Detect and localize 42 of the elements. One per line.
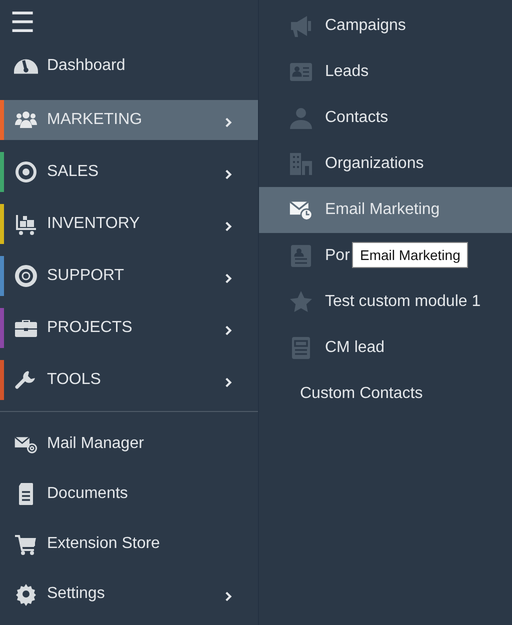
wrench-icon — [14, 368, 38, 392]
id-card-icon — [289, 60, 313, 84]
form-icon — [289, 336, 313, 360]
submenu-item[interactable]: Test custom module 1 — [259, 279, 483, 325]
dashboard-gauge-icon — [14, 58, 38, 74]
menu-item[interactable]: Dashboard — [0, 46, 258, 86]
submenu-item[interactable]: Organizations — [259, 141, 426, 187]
chevron-icon — [225, 324, 232, 336]
submenu-item[interactable]: Custom Contacts — [259, 371, 425, 417]
settings-icon — [14, 582, 38, 606]
chevron-icon — [225, 272, 232, 284]
chevron-icon — [225, 220, 232, 232]
star-icon — [289, 290, 313, 314]
tooltip: Email Marketing — [352, 242, 468, 268]
megaphone-icon — [289, 14, 313, 38]
menu-item[interactable]: Settings — [0, 574, 258, 614]
menu-button[interactable]: ☰ — [8, 9, 38, 37]
menu-item[interactable]: Documents — [0, 474, 258, 514]
module-menu-item[interactable]: SALES — [0, 152, 258, 192]
submenu-item[interactable]: Leads — [259, 49, 371, 95]
module-menu-item[interactable]: SUPPORT — [0, 256, 258, 296]
submenu-item[interactable]: Email Marketing — [259, 187, 512, 233]
contact-card-icon — [289, 244, 313, 268]
submenu-item[interactable]: Contacts — [259, 95, 390, 141]
module-menu-item[interactable]: MARKETING — [0, 100, 258, 140]
submenu-item[interactable]: CM lead — [259, 325, 387, 371]
menu-item[interactable]: Extension Store — [0, 524, 258, 564]
chevron-icon — [225, 168, 232, 180]
menu-item[interactable]: Mail Manager — [0, 424, 258, 464]
submenu-item[interactable]: Campaigns — [259, 3, 408, 49]
submenu-item[interactable]: Por — [259, 233, 352, 279]
module-menu-item[interactable]: INVENTORY — [0, 204, 258, 244]
chevron-icon — [225, 376, 232, 388]
lifebuoy-icon — [14, 264, 38, 288]
cart-icon — [14, 532, 38, 556]
module-menu-item[interactable]: TOOLS — [0, 360, 258, 400]
person-icon — [289, 106, 313, 130]
module-menu-item[interactable]: PROJECTS — [0, 308, 258, 348]
building-icon — [289, 152, 313, 176]
chevron-icon — [225, 116, 232, 128]
hand-truck-icon — [14, 212, 38, 236]
target-icon — [14, 160, 38, 184]
